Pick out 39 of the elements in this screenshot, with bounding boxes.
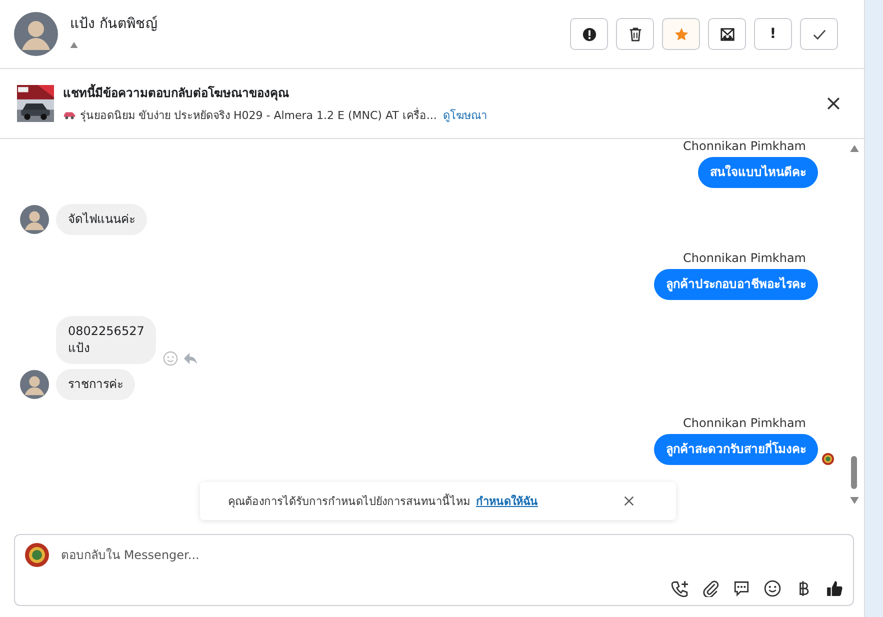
mail-button[interactable] xyxy=(708,18,746,50)
view-ad-link[interactable]: ดูโฆษณา xyxy=(442,106,487,124)
alert-button[interactable] xyxy=(570,18,608,50)
sender-name: Chonnikan Pimkham xyxy=(683,416,806,430)
delete-button[interactable] xyxy=(616,18,654,50)
reply-field[interactable]: ตอบกลับใน Messenger... xyxy=(59,547,843,564)
sender-name: Chonnikan Pimkham xyxy=(683,138,806,153)
ad-description: รุ่นยอดนิยม ขับง่าย ประหยัดจริง H029 - Almera 1.2 E (MNC) AT เครื่อ... xyxy=(80,106,437,124)
assign-link[interactable]: กำหนดให้ฉัน xyxy=(476,492,538,510)
message-bubble: สนใจแบบไหนดีคะ xyxy=(698,156,818,188)
speech-bubble-icon[interactable] xyxy=(733,580,750,597)
paperclip-icon[interactable] xyxy=(702,580,719,597)
thumbs-up-icon[interactable] xyxy=(826,580,843,597)
message-bubble: ราชการค่ะ xyxy=(56,368,135,400)
car-icon xyxy=(63,110,76,120)
close-icon[interactable] xyxy=(827,96,840,110)
contact-avatar xyxy=(14,12,58,56)
message-bubble: ลูกค้าสะดวกรับสายกี่โมงคะ xyxy=(654,434,818,465)
star-icon xyxy=(674,26,688,42)
scroll-up-icon[interactable] xyxy=(850,144,858,152)
alert-icon xyxy=(582,26,596,42)
ad-title: แชทนี้มีข้อความตอบกลับต่อโฆษณาของคุณ xyxy=(63,82,290,102)
page-avatar xyxy=(25,543,49,568)
message-bubble: ลูกค้าประกอบอาชีพอะไรคะ xyxy=(654,268,818,300)
sender-name: Chonnikan Pimkham xyxy=(683,250,806,265)
up-arrow-icon[interactable] xyxy=(70,42,78,48)
star-button[interactable] xyxy=(662,18,700,50)
contact-name: แป้ง กันตพิชญ์ xyxy=(70,14,158,34)
scroll-down-icon[interactable] xyxy=(850,497,858,504)
toast-message: คุณต้องการได้รับการกำหนดไปยังการสนทนานี้ไหม xyxy=(228,492,470,510)
important-button[interactable]: ! xyxy=(754,18,792,50)
message-bubble: 0802256527 แป้ง xyxy=(56,316,156,364)
phone-plus-icon[interactable] xyxy=(671,580,688,597)
emoji-icon[interactable] xyxy=(764,580,781,597)
message-bubble: จัดไฟแนนค่ะ xyxy=(56,204,147,235)
trash-icon xyxy=(628,26,642,42)
envelope-icon xyxy=(720,26,734,42)
scrollbar-thumb[interactable] xyxy=(851,456,857,490)
close-icon[interactable] xyxy=(624,496,634,506)
